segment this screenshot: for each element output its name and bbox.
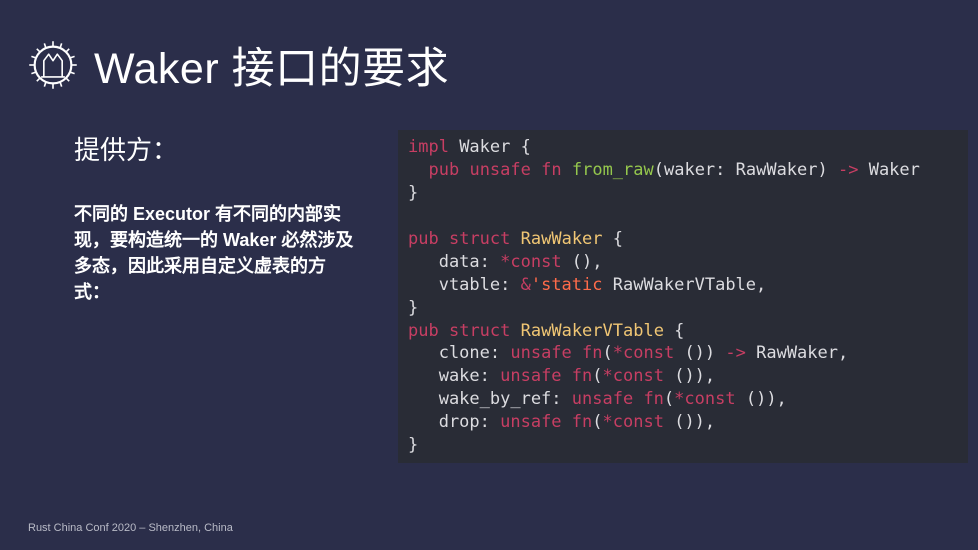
slide-header: Waker 接口的要求 (0, 0, 978, 96)
gear-logo-icon (26, 38, 80, 92)
left-column: 提供方： 不同的 Executor 有不同的内部实现，要构造统一的 Waker … (74, 130, 354, 463)
slide-footer: Rust China Conf 2020 – Shenzhen, China (28, 522, 233, 534)
subheading: 提供方： (74, 130, 354, 167)
slide-content: 提供方： 不同的 Executor 有不同的内部实现，要构造统一的 Waker … (0, 96, 978, 463)
slide-title: Waker 接口的要求 (94, 34, 449, 96)
code-snippet: impl Waker { pub unsafe fn from_raw(wake… (398, 130, 968, 463)
body-paragraph: 不同的 Executor 有不同的内部实现，要构造统一的 Waker 必然涉及多… (74, 201, 354, 305)
